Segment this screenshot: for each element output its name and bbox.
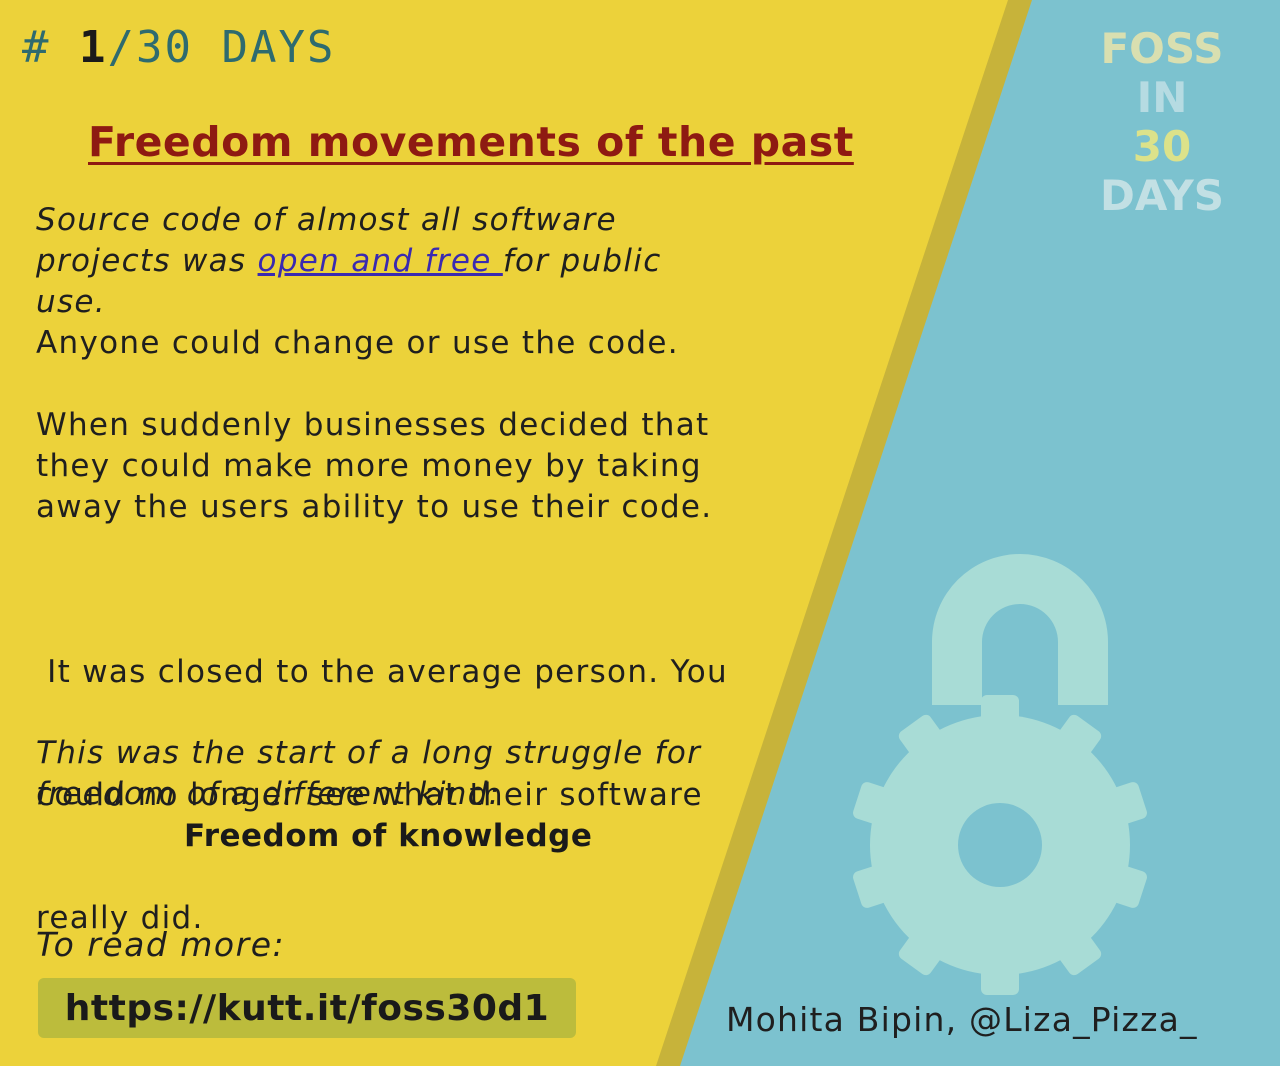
open-and-free-link[interactable]: open and free: [258, 243, 503, 279]
paragraph-open-source: Source code of almost all software proje…: [36, 200, 679, 364]
para1-line4: Anyone could change or use the code.: [36, 325, 679, 361]
day-counter: # 1/30 DAYS: [22, 22, 335, 73]
para4-line1: This was the start of a long struggle fo…: [36, 735, 702, 771]
badge-line-foss: FOSS: [1100, 24, 1224, 73]
author-credit: Mohita Bipin, @Liza_Pizza_: [726, 1000, 1198, 1039]
para2-line1: When suddenly businesses decided that: [36, 407, 710, 443]
para1-line2-before: projects was: [36, 243, 258, 279]
badge-line-days: DAYS: [1099, 171, 1224, 220]
para4-line2: freedom of a different kind:: [36, 776, 501, 812]
para2-line2: they could make more money by taking: [36, 448, 702, 484]
foss-in-30-days-badge: FOSS IN 30 DAYS: [1092, 24, 1232, 220]
para1-line2-after: for public: [502, 243, 662, 279]
paragraph-struggle: This was the start of a long struggle fo…: [36, 733, 701, 815]
freedom-of-knowledge: Freedom of knowledge: [184, 818, 593, 854]
badge-line-in: IN: [1136, 73, 1188, 122]
read-more-url[interactable]: https://kutt.it/foss30d1: [38, 978, 576, 1038]
para1-line3: use.: [36, 284, 106, 320]
para3-line1: It was closed to the average person. You: [36, 654, 728, 690]
counter-day-number: 1: [79, 22, 108, 73]
counter-total: /30 DAYS: [107, 22, 336, 73]
para2-line3: away the users ability to use their code…: [36, 489, 713, 525]
para1-line1: Source code of almost all software: [36, 202, 617, 238]
open-padlock-gear-icon: [853, 554, 1147, 995]
paragraph-businesses: When suddenly businesses decided that th…: [36, 405, 712, 528]
page-title: Freedom movements of the past: [88, 118, 854, 166]
counter-hash: #: [22, 22, 51, 73]
read-more-label: To read more:: [36, 925, 286, 964]
para1-line2: projects was open and free for public: [36, 241, 679, 282]
badge-line-30: 30: [1132, 122, 1192, 171]
